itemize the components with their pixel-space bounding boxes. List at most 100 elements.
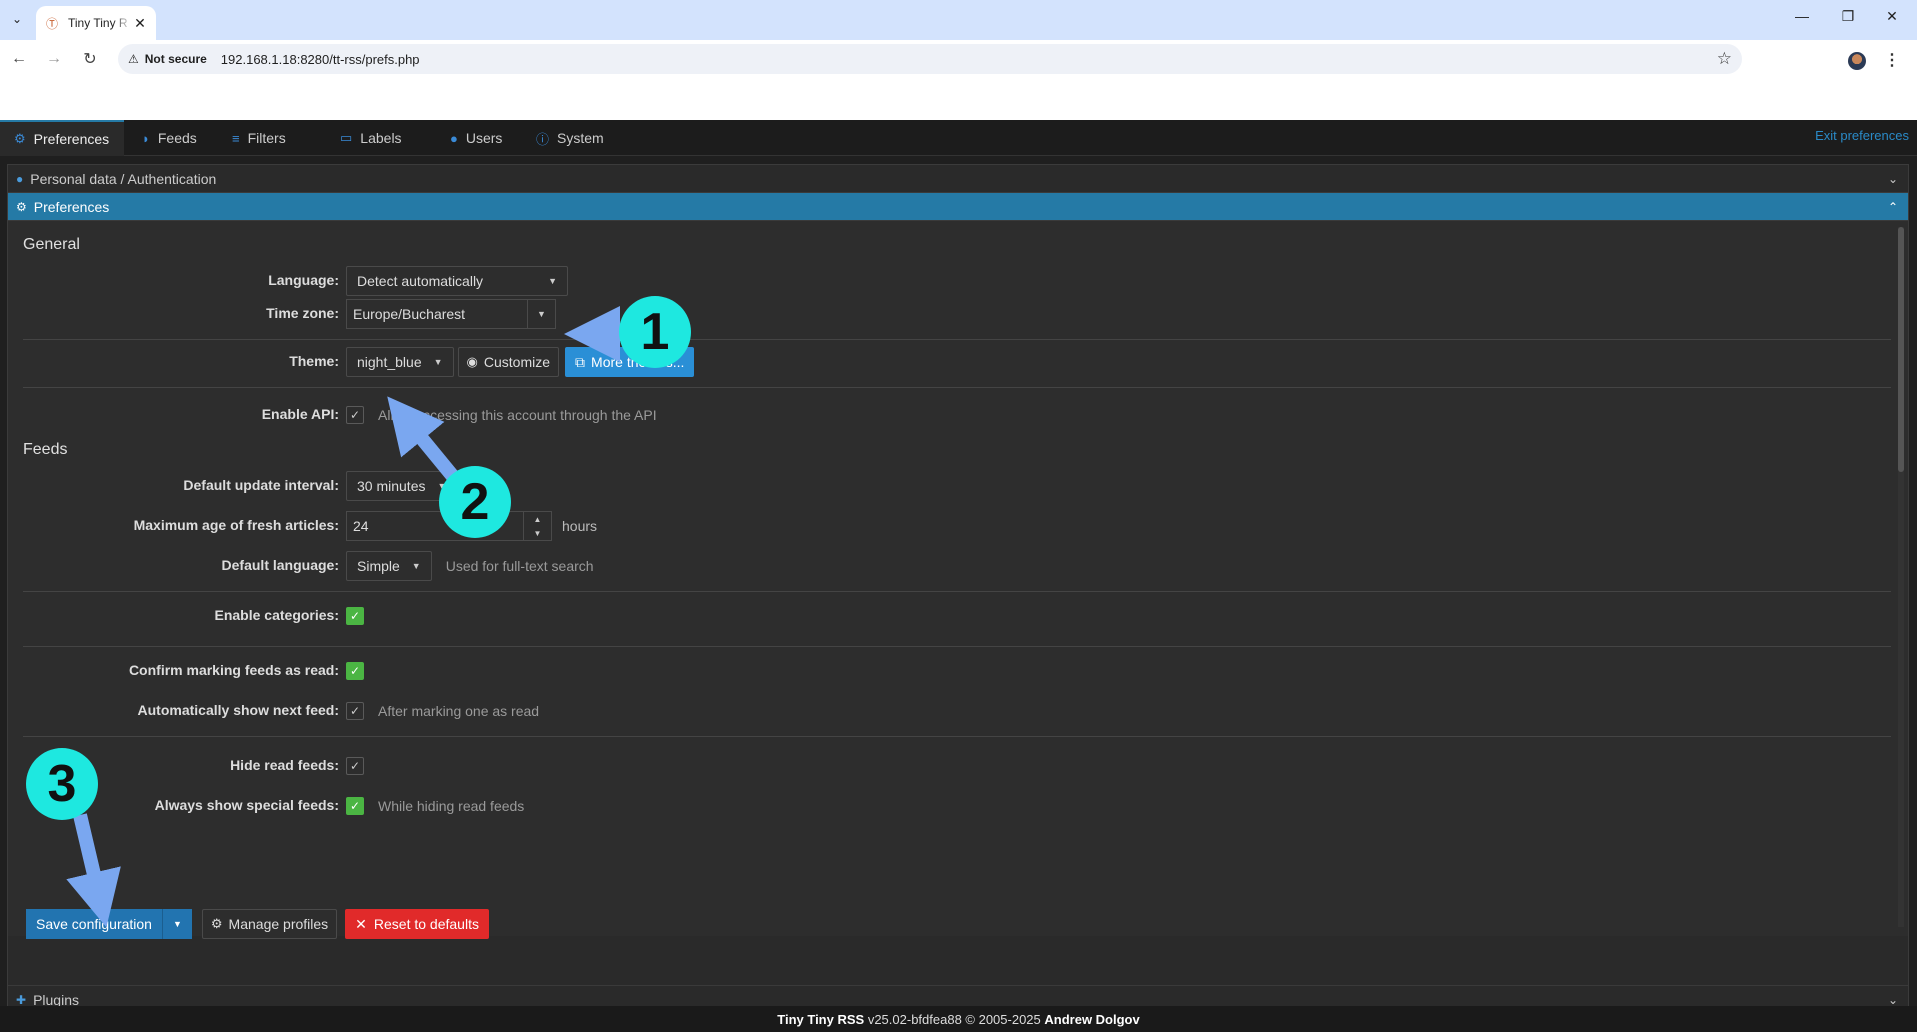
language-select[interactable]: Detect automatically ▼: [346, 266, 568, 296]
browser-menu-icon[interactable]: ⋮: [1884, 50, 1900, 70]
browser-tab-title: Tiny Tiny R: [68, 16, 128, 30]
scrollbar[interactable]: [1898, 227, 1904, 927]
footer-app-name: Tiny Tiny RSS: [777, 1011, 865, 1027]
save-options-dropdown[interactable]: ▼: [161, 909, 192, 939]
browser-tabstrip: ⌄ Ⓣ Tiny Tiny R ✕ — ❐ ✕: [0, 0, 1917, 40]
chevron-down-icon: ⌄: [1887, 171, 1898, 186]
reset-defaults-button[interactable]: ✕ Reset to defaults: [345, 909, 489, 939]
timezone-row: Time zone: Europe/Bucharest ▼: [8, 299, 1898, 329]
auto-show-hint: After marking one as read: [378, 703, 540, 719]
special-feeds-checkbox[interactable]: ✓: [346, 797, 364, 815]
theme-select[interactable]: night_blue ▼: [346, 347, 454, 377]
caret-down-icon: ▼: [548, 276, 557, 286]
auto-show-row: Automatically show next feed: ✓ After ma…: [8, 696, 1898, 726]
save-configuration-button[interactable]: Save configuration: [26, 909, 162, 939]
divider: [23, 646, 1891, 647]
form-buttons: Save configuration ▼ ⚙ Manage profiles ✕ R…: [26, 909, 489, 939]
url-text: 192.168.1.18:8280/tt-rss/prefs.php: [220, 51, 420, 67]
tab-label: Preferences: [33, 131, 110, 147]
footer-author: Andrew Dolgov: [1044, 1011, 1140, 1027]
browser-tab[interactable]: Ⓣ Tiny Tiny R ✕: [36, 6, 156, 40]
default-language-hint: Used for full-text search: [445, 558, 594, 574]
preferences-form: General Language: Detect automatically ▼ …: [8, 221, 1908, 936]
annotation-marker-1: 1: [619, 296, 691, 368]
close-icon: ✕: [355, 915, 367, 932]
section-general-heading: General: [23, 236, 80, 253]
annotation-marker-3: 3: [26, 748, 98, 820]
scrollbar-thumb[interactable]: [1898, 227, 1904, 472]
reset-defaults-label: Reset to defaults: [373, 916, 479, 932]
update-interval-label: Default update interval:: [183, 477, 339, 493]
minimize-icon[interactable]: —: [1782, 8, 1822, 24]
tab-feeds[interactable]: ◗ Feeds: [128, 120, 211, 156]
tab-filters[interactable]: ≡ Filters: [218, 120, 300, 156]
bookmark-star-icon[interactable]: ☆: [1717, 49, 1732, 69]
restore-icon[interactable]: ❐: [1828, 8, 1868, 25]
update-interval-value: 30 minutes: [357, 478, 426, 494]
spinner-arrows-icon[interactable]: ▲ ▼: [523, 512, 551, 540]
confirm-read-checkbox[interactable]: ✓: [346, 662, 364, 680]
browser-toolbar: ← → ↻ ⚠ Not secure 192.168.1.18:8280/tt-…: [0, 40, 1917, 78]
back-icon[interactable]: ←: [8, 48, 30, 70]
hide-read-row: Hide read feeds: ✓: [8, 751, 1898, 781]
max-age-unit: hours: [562, 518, 598, 534]
accordion-personal-data[interactable]: ● Personal data / Authentication ⌄: [8, 165, 1908, 193]
ttrss-app: ⚙ Preferences ◗ Feeds ≡ Filters ▭ Labels ● Us…: [0, 120, 1917, 1032]
tab-preferences[interactable]: ⚙ Preferences: [0, 120, 124, 156]
confirm-read-row: Confirm marking feeds as read: ✓: [8, 656, 1898, 686]
tab-system[interactable]: ⓘ System: [522, 120, 618, 156]
default-language-label: Default language:: [221, 557, 339, 573]
categories-row: Enable categories: ✓: [8, 601, 1898, 631]
theme-value: night_blue: [357, 354, 422, 370]
user-icon: ●: [16, 171, 24, 186]
accordion-preferences[interactable]: ⚙ Preferences ⌃: [8, 193, 1908, 221]
categories-checkbox[interactable]: ✓: [346, 607, 364, 625]
exit-preferences-link[interactable]: Exit preferences: [1815, 128, 1909, 143]
section-feeds-heading: Feeds: [23, 441, 68, 458]
tab-label: Filters: [247, 130, 286, 146]
api-checkbox[interactable]: ✓: [346, 406, 364, 424]
puzzle-icon: ✚: [16, 992, 27, 1007]
hide-read-checkbox[interactable]: ✓: [346, 757, 364, 775]
gear-icon: ⚙: [16, 199, 27, 214]
default-language-value: Simple: [357, 558, 400, 574]
special-feeds-hint: While hiding read feeds: [378, 798, 525, 814]
tab-label: Feeds: [157, 130, 197, 146]
gear-icon: ⚙: [210, 916, 223, 931]
api-hint: Allow accessing this account through the…: [378, 407, 657, 423]
reload-icon[interactable]: ↻: [79, 48, 101, 70]
tab-users[interactable]: ● Users: [436, 120, 516, 156]
theme-label: Theme:: [289, 353, 339, 369]
manage-profiles-label: Manage profiles: [228, 916, 329, 932]
timezone-combobox[interactable]: Europe/Bucharest ▼: [346, 299, 556, 329]
close-window-icon[interactable]: ✕: [1872, 8, 1912, 25]
default-language-row: Default language: Simple ▼ Used for full-…: [8, 551, 1898, 581]
filter-icon: ≡: [232, 130, 240, 146]
confirm-read-label: Confirm marking feeds as read:: [128, 662, 339, 678]
caret-down-icon[interactable]: ▼: [527, 300, 555, 328]
caret-down-icon: ▼: [172, 919, 182, 929]
hide-read-label: Hide read feeds:: [230, 757, 339, 773]
info-icon: ⓘ: [536, 131, 550, 147]
divider: [23, 591, 1891, 592]
address-bar[interactable]: ⚠ Not secure 192.168.1.18:8280/tt-rss/pr…: [118, 44, 1742, 74]
app-tab-bar: ⚙ Preferences ◗ Feeds ≡ Filters ▭ Labels ● Us…: [0, 120, 1917, 156]
timezone-value[interactable]: Europe/Bucharest: [347, 300, 527, 328]
auto-show-checkbox[interactable]: ✓: [346, 702, 364, 720]
divider: [23, 736, 1891, 737]
tab-labels[interactable]: ▭ Labels: [326, 120, 416, 156]
profile-avatar[interactable]: [1848, 52, 1866, 70]
customize-button[interactable]: ◉ Customize: [457, 347, 560, 377]
footer-version: v25.02-bfdfea88 © 2005-2025: [867, 1011, 1041, 1027]
manage-profiles-button[interactable]: ⚙ Manage profiles: [201, 909, 338, 939]
caret-down-icon: ▼: [433, 357, 443, 367]
accordion-title: Preferences: [33, 198, 110, 215]
theme-row: Theme: night_blue▼ ◉Customize ⧉More them…: [8, 347, 1898, 377]
update-interval-row: Default update interval: 30 minutes▼: [8, 471, 1898, 501]
close-tab-icon[interactable]: ✕: [132, 15, 148, 32]
tab-search-icon[interactable]: ⌄: [6, 8, 28, 30]
external-link-icon: ⧉: [575, 353, 586, 370]
ttrss-favicon-icon: Ⓣ: [45, 16, 58, 31]
default-language-select[interactable]: Simple ▼: [346, 551, 432, 581]
forward-icon[interactable]: →: [43, 48, 65, 70]
